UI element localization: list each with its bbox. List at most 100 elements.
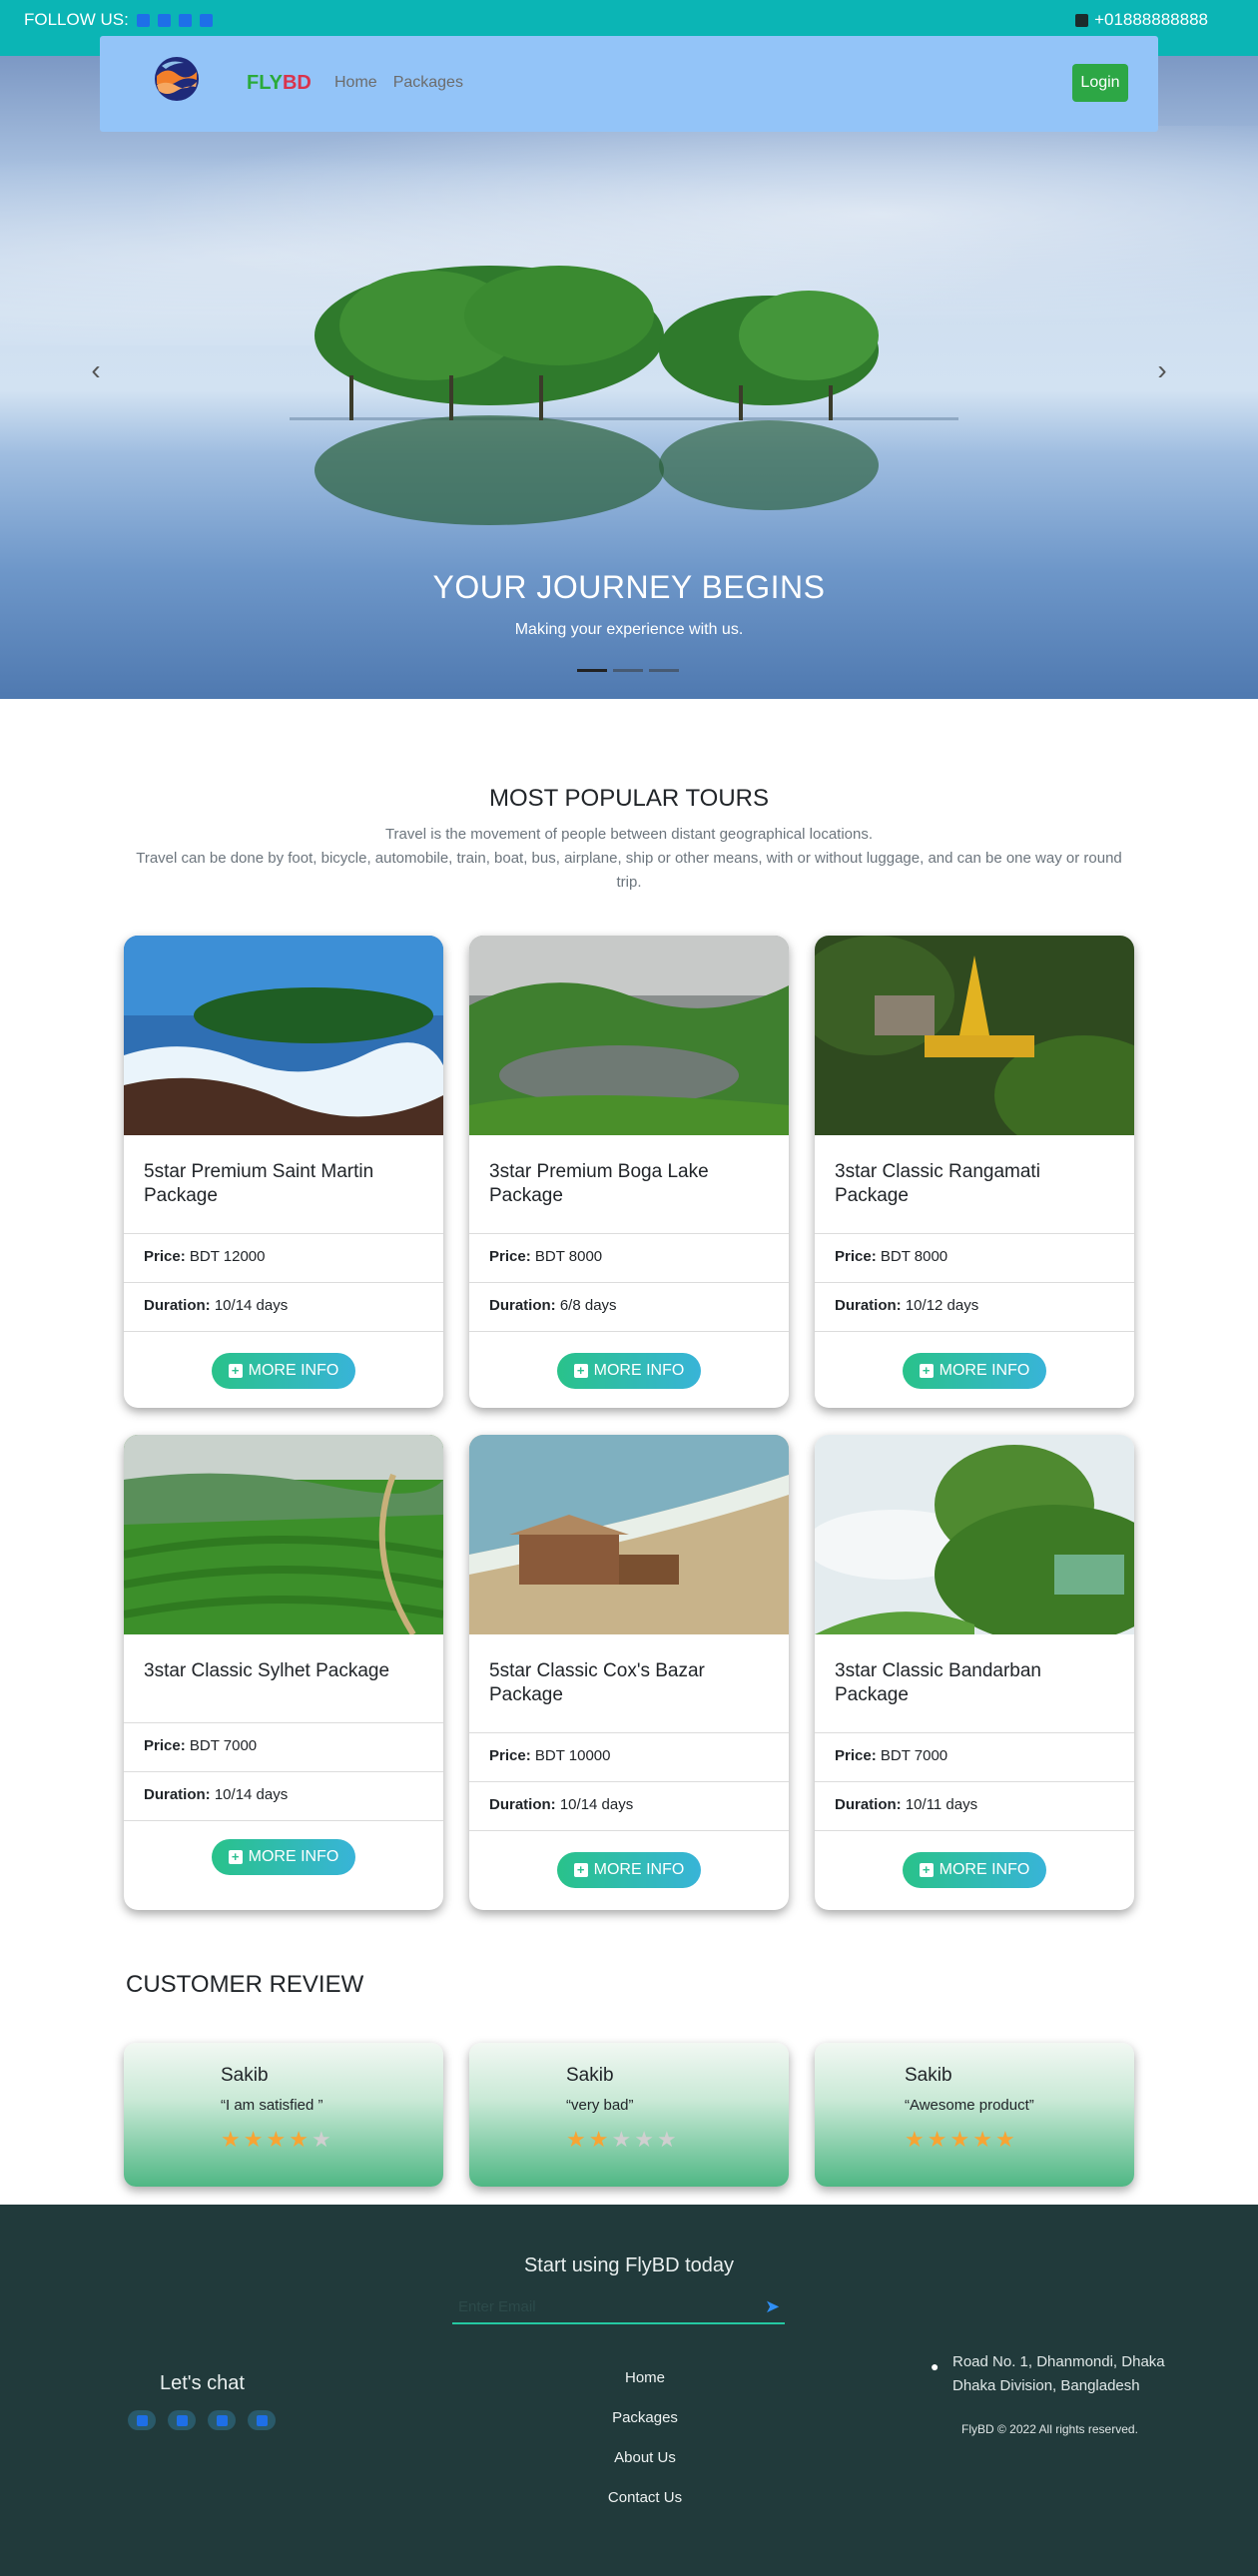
review-card: Sakib “Awesome product” ★ ★ ★ ★ ★ bbox=[815, 2043, 1134, 2187]
popular-desc-line1: Travel is the movement of people between… bbox=[384, 826, 874, 843]
price-label: Price: bbox=[489, 1248, 531, 1265]
package-image-bandarban[interactable] bbox=[815, 1435, 1134, 1644]
star-filled-icon: ★ bbox=[949, 2127, 970, 2152]
package-price: Price: BDT 7000 bbox=[124, 1722, 443, 1771]
duration-label: Duration: bbox=[835, 1297, 902, 1314]
facebook-icon[interactable] bbox=[248, 2410, 276, 2430]
footer-address: ● Road No. 1, Dhanmondi, Dhaka Dhaka Div… bbox=[927, 2350, 1186, 2398]
login-button[interactable]: Login bbox=[1072, 64, 1128, 102]
duration-label: Duration: bbox=[489, 1796, 556, 1813]
package-image-boga-lake[interactable] bbox=[469, 936, 789, 1135]
duration-value: 6/8 days bbox=[559, 1297, 617, 1314]
carousel-prev-icon[interactable]: ‹ bbox=[84, 355, 108, 385]
phone-contact[interactable]: +01888888888 bbox=[1075, 10, 1208, 30]
star-filled-icon: ★ bbox=[588, 2127, 609, 2152]
nav-packages[interactable]: Packages bbox=[393, 74, 463, 92]
brand-logo-icon[interactable] bbox=[152, 54, 202, 104]
footer-link-about[interactable]: About Us bbox=[559, 2438, 731, 2478]
more-info-button[interactable]: + MORE INFO bbox=[557, 1852, 701, 1888]
more-info-button[interactable]: + MORE INFO bbox=[212, 1839, 355, 1875]
review-card: Sakib “I am satisfied ” ★ ★ ★ ★ ★ bbox=[124, 2043, 443, 2187]
star-filled-icon: ★ bbox=[927, 2127, 947, 2152]
more-info-button[interactable]: + MORE INFO bbox=[903, 1852, 1046, 1888]
more-info-label: MORE INFO bbox=[939, 1861, 1030, 1878]
duration-label: Duration: bbox=[835, 1796, 902, 1813]
package-price: Price: BDT 7000 bbox=[815, 1732, 1134, 1781]
price-label: Price: bbox=[144, 1737, 186, 1754]
package-card: 3star Classic Bandarban Package Price: B… bbox=[815, 1435, 1134, 1910]
youtube-icon[interactable] bbox=[208, 2410, 236, 2430]
popular-tours-description: Travel is the movement of people between… bbox=[130, 823, 1128, 895]
footer-social bbox=[128, 2410, 276, 2430]
twitter-icon[interactable] bbox=[168, 2410, 196, 2430]
reviewer-name: Sakib bbox=[566, 2065, 614, 2086]
price-value: BDT 8000 bbox=[880, 1248, 948, 1265]
navbar: FLYBD Home Packages Login bbox=[100, 36, 1158, 132]
customer-review-title: CUSTOMER REVIEW bbox=[126, 1971, 364, 1998]
review-quote: “I am satisfied ” bbox=[221, 2097, 323, 2114]
address-line1: Road No. 1, Dhanmondi, Dhaka bbox=[952, 2353, 1165, 2370]
hero-carousel: ‹ › YOUR JOURNEY BEGINS Making your expe… bbox=[0, 56, 1258, 699]
plus-icon: + bbox=[919, 1364, 934, 1378]
plus-icon: + bbox=[919, 1863, 934, 1877]
carousel-indicator-2[interactable] bbox=[613, 669, 643, 672]
twitter-icon[interactable] bbox=[157, 13, 171, 27]
more-info-label: MORE INFO bbox=[248, 1362, 339, 1379]
footer-link-home[interactable]: Home bbox=[559, 2358, 731, 2398]
lets-chat-title: Let's chat bbox=[160, 2372, 245, 2394]
hero-subtitle: Making your experience with us. bbox=[514, 621, 744, 638]
duration-value: 10/11 days bbox=[905, 1796, 978, 1813]
package-price: Price: BDT 8000 bbox=[469, 1233, 789, 1282]
send-icon[interactable]: ➤ bbox=[765, 2296, 785, 2316]
package-image-saint-martin[interactable] bbox=[124, 936, 443, 1135]
package-image-rangamati[interactable] bbox=[815, 936, 1134, 1155]
review-rating: ★ ★ ★ ★ ★ bbox=[221, 2127, 331, 2153]
package-image-sylhet[interactable] bbox=[124, 1435, 443, 1636]
package-title: 3star Classic Rangamati Package bbox=[835, 1161, 1040, 1206]
duration-value: 10/14 days bbox=[214, 1297, 289, 1314]
reviewer-name: Sakib bbox=[905, 2065, 952, 2086]
more-info-button[interactable]: + MORE INFO bbox=[903, 1353, 1046, 1389]
more-info-button[interactable]: + MORE INFO bbox=[557, 1353, 701, 1389]
package-card: 3star Classic Sylhet Package Price: BDT … bbox=[124, 1435, 443, 1910]
package-title: 3star Premium Boga Lake Package bbox=[489, 1161, 709, 1206]
linkedin-icon[interactable] bbox=[128, 2410, 156, 2430]
footer-link-packages[interactable]: Packages bbox=[559, 2398, 731, 2438]
package-duration: Duration: 10/14 days bbox=[124, 1771, 443, 1820]
carousel-indicator-3[interactable] bbox=[649, 669, 679, 672]
package-card: 5star Premium Saint Martin Package Price… bbox=[124, 936, 443, 1408]
brand-bd: BD bbox=[282, 72, 312, 94]
star-filled-icon: ★ bbox=[972, 2127, 992, 2152]
duration-label: Duration: bbox=[144, 1297, 211, 1314]
nav-home[interactable]: Home bbox=[334, 74, 377, 92]
follow-us-label: FOLLOW US: bbox=[24, 10, 129, 29]
more-info-label: MORE INFO bbox=[939, 1362, 1030, 1379]
star-filled-icon: ★ bbox=[905, 2127, 925, 2152]
brand-name[interactable]: FLYBD bbox=[247, 72, 312, 95]
price-value: BDT 12000 bbox=[189, 1248, 266, 1265]
package-duration: Duration: 10/12 days bbox=[815, 1282, 1134, 1331]
footer-link-contact[interactable]: Contact Us bbox=[559, 2478, 731, 2518]
youtube-icon[interactable] bbox=[178, 13, 192, 27]
more-info-button[interactable]: + MORE INFO bbox=[212, 1353, 355, 1389]
copyright: FlyBD © 2022 All rights reserved. bbox=[961, 2422, 1138, 2436]
carousel-next-icon[interactable]: › bbox=[1150, 355, 1174, 385]
duration-label: Duration: bbox=[489, 1297, 556, 1314]
package-price: Price: BDT 8000 bbox=[815, 1233, 1134, 1282]
plus-icon: + bbox=[573, 1364, 588, 1378]
vimeo-icon[interactable] bbox=[199, 13, 213, 27]
price-label: Price: bbox=[489, 1747, 531, 1764]
plus-icon: + bbox=[228, 1364, 243, 1378]
price-label: Price: bbox=[144, 1248, 186, 1265]
facebook-icon[interactable] bbox=[136, 13, 150, 27]
carousel-indicator-1[interactable] bbox=[577, 669, 607, 672]
price-label: Price: bbox=[835, 1747, 877, 1764]
package-duration: Duration: 10/14 days bbox=[124, 1282, 443, 1331]
package-title: 5star Premium Saint Martin Package bbox=[144, 1161, 374, 1206]
popular-desc-line2: Travel can be done by foot, bicycle, aut… bbox=[136, 850, 1122, 891]
package-image-coxs-bazar[interactable] bbox=[469, 1435, 789, 1634]
star-empty-icon: ★ bbox=[634, 2127, 654, 2152]
star-empty-icon: ★ bbox=[311, 2127, 331, 2152]
star-filled-icon: ★ bbox=[994, 2127, 1015, 2152]
email-field[interactable]: Enter Email ➤ bbox=[452, 2292, 785, 2324]
